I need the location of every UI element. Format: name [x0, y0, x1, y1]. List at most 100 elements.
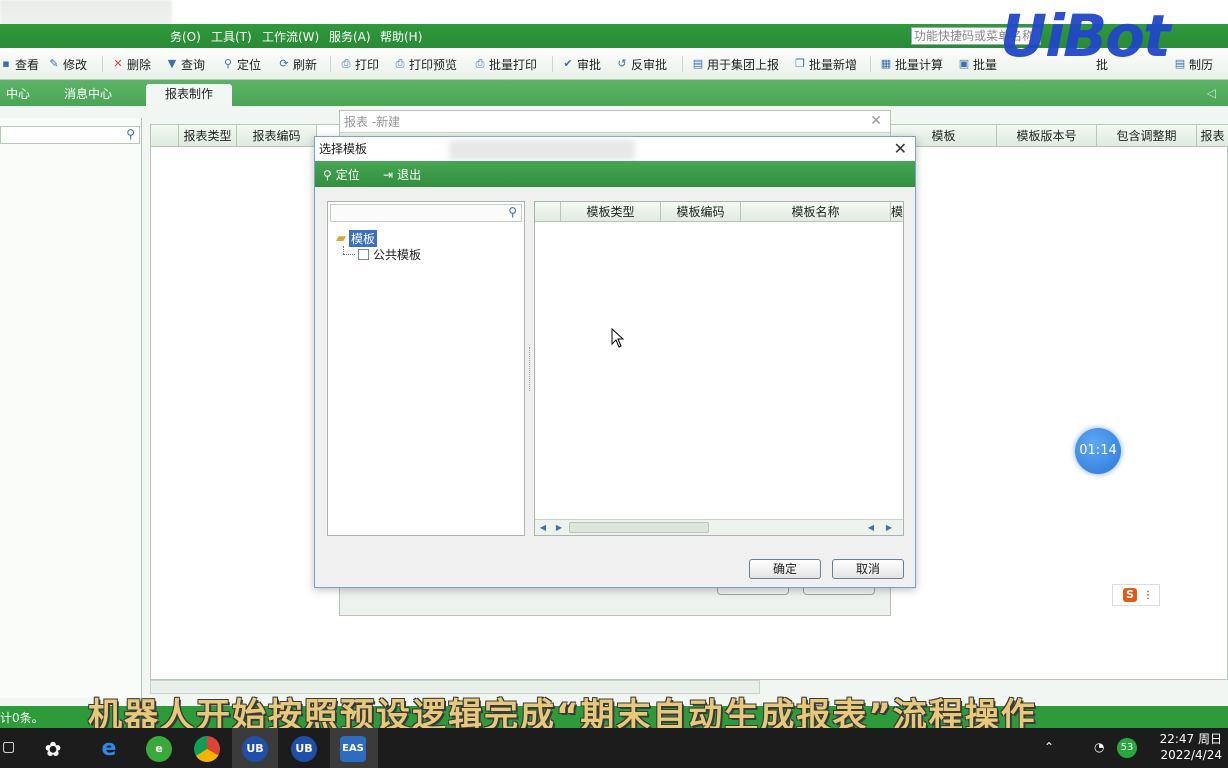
col-template-name[interactable]: 模板名称	[741, 202, 891, 222]
col-report-more[interactable]: 报表	[1197, 125, 1228, 147]
tab-message-center[interactable]: 消息中心	[58, 84, 118, 106]
batch-calc-button[interactable]: ▦ 批量计算	[880, 56, 943, 72]
edit-button[interactable]: ✎ 修改	[48, 56, 87, 72]
col-template-type[interactable]: 模板类型	[561, 202, 661, 222]
scroll-right-icon[interactable]: ▶	[883, 522, 895, 534]
query-label: 查询	[181, 57, 206, 72]
approve-button[interactable]: ✔ 审批	[562, 56, 601, 72]
eas-app-icon[interactable]: EAS	[340, 736, 366, 762]
col-template-version[interactable]: 模板版本号	[997, 125, 1097, 147]
tree-search-input[interactable]: ⚲	[330, 204, 522, 222]
tree-root-label: 模板	[349, 230, 378, 247]
chevron-up-icon[interactable]: ⌃	[1044, 740, 1054, 754]
delete-button[interactable]: ✕ 删除	[112, 56, 151, 72]
col-report-code[interactable]: 报表编码	[237, 125, 317, 147]
uibot-worker-icon[interactable]: UB	[291, 736, 317, 762]
row-header-corner	[535, 202, 561, 222]
refresh-button[interactable]: ⟳ 刷新	[278, 56, 317, 72]
status-record-count: 计0条。	[0, 711, 44, 725]
scroll-left-icon[interactable]: ◀	[537, 522, 549, 534]
menu-help[interactable]: 帮助(H)	[380, 28, 422, 45]
tab-scroll-left-icon[interactable]: ◁	[1207, 86, 1216, 100]
batch-add-button[interactable]: ❐ 批量新增	[794, 56, 857, 72]
group-report-button[interactable]: ▤ 用于集团上报	[692, 56, 779, 72]
dialog-exit-button[interactable]: ⇥ 退出	[383, 166, 421, 183]
menu-tools[interactable]: 工具(T)	[211, 28, 252, 45]
batch-more-label: 批量	[973, 57, 998, 72]
batch-calc-label: 批量计算	[895, 57, 944, 72]
print-label: 打印	[355, 57, 380, 72]
report-book-icon: ▤	[692, 57, 704, 70]
left-search-input[interactable]: ⚲	[0, 126, 140, 144]
col-template-code[interactable]: 模板编码	[661, 202, 741, 222]
unapprove-button[interactable]: ↺ 反审批	[616, 56, 667, 72]
new-report-dialog-title: 报表 -新建	[340, 111, 890, 133]
tree-root-node[interactable]: ▰ 模板	[336, 230, 378, 247]
select-template-dialog: 选择模板 ✕ ⚲ 定位 ⇥ 退出 ⚲ ▰ 模板 公共模板 模板类型 模板编码 模板名…	[314, 136, 916, 588]
chrome-icon[interactable]	[194, 736, 220, 762]
internet-explorer-icon[interactable]: e	[96, 736, 122, 762]
close-icon[interactable]: ✕	[894, 137, 907, 161]
menu-workflow[interactable]: 工作流(W)	[262, 28, 319, 45]
close-icon[interactable]: ✕	[870, 113, 882, 129]
locate-button[interactable]: ⚲ 定位	[222, 56, 261, 72]
scroll-right-icon[interactable]: ▶	[553, 522, 565, 534]
locate-icon: ⚲	[223, 57, 233, 70]
search-icon[interactable]: ⚲	[508, 205, 517, 219]
view-icon: ▪	[2, 57, 10, 70]
batch-print-button[interactable]: ⎙ 批量打印	[474, 56, 537, 72]
tab-report-making[interactable]: 报表制作	[146, 84, 232, 106]
clock-date: 2022/4/24	[1160, 748, 1222, 762]
left-tree-panel: ⚲	[0, 118, 142, 698]
batch-more-button[interactable]: ▣ 批量	[958, 56, 997, 72]
template-grid-scrollbar[interactable]: ◀ ▶ ◀ ▶	[535, 519, 903, 535]
scroll-left-icon[interactable]: ◀	[865, 522, 877, 534]
dialog-title-bar: 选择模板 ✕	[315, 137, 915, 161]
print-preview-button[interactable]: ⎙ 打印预览	[394, 56, 457, 72]
query-button[interactable]: ▼ 查询	[166, 56, 205, 72]
view-label: 查看	[15, 57, 40, 72]
wifi-icon[interactable]: ◔	[1094, 740, 1104, 754]
tree-node-public-template[interactable]: 公共模板	[358, 246, 421, 263]
approve-label: 审批	[577, 57, 602, 72]
menu-service[interactable]: 服务(A)	[329, 28, 371, 45]
input-method-indicator[interactable]: S ⋮	[1112, 584, 1160, 606]
cancel-button[interactable]: 取消	[832, 559, 904, 579]
history-label: 制历	[1189, 57, 1214, 72]
clock-time: 22:47 周日	[1159, 732, 1222, 746]
mouse-cursor-icon	[611, 328, 625, 348]
history-button[interactable]: ▤ 制历	[1174, 56, 1213, 72]
toolbar-divider	[330, 56, 331, 72]
browser-360-icon[interactable]: e	[146, 736, 172, 762]
uibot-creator-icon[interactable]: UB	[242, 736, 268, 762]
print-preview-label: 打印预览	[409, 57, 458, 72]
pinwheel-app-icon[interactable]: ✿	[40, 736, 66, 762]
col-report-type[interactable]: 报表类型	[179, 125, 237, 147]
delete-label: 删除	[127, 57, 152, 72]
security-badge[interactable]: 53	[1117, 738, 1137, 758]
panel-splitter[interactable]	[529, 347, 531, 391]
ok-button[interactable]: 确定	[749, 559, 821, 579]
pencil-icon: ✎	[49, 57, 59, 70]
dialog-toolbar: ⚲ 定位 ⇥ 退出	[315, 161, 915, 187]
menu-business[interactable]: 务(O)	[170, 28, 201, 45]
dialog-locate-button[interactable]: ⚲ 定位	[323, 166, 360, 183]
search-icon[interactable]: ⚲	[126, 127, 135, 141]
col-include-adjust[interactable]: 包含调整期	[1097, 125, 1197, 147]
task-view-icon[interactable]: ▢	[2, 739, 15, 755]
batch-print-label: 批量打印	[489, 57, 538, 72]
toolbar-divider	[102, 56, 103, 72]
ime-menu-icon: ⋮	[1143, 589, 1153, 601]
system-clock[interactable]: 22:47 周日 2022/4/24	[1160, 731, 1222, 763]
print-button[interactable]: ⎙ 打印	[340, 56, 379, 72]
view-button[interactable]: ▪ 查看	[0, 56, 39, 72]
locate-label: 定位	[237, 57, 262, 72]
recording-timer[interactable]: 01:14	[1075, 428, 1121, 474]
public-template-checkbox[interactable]	[358, 249, 369, 260]
scroll-thumb[interactable]	[569, 522, 709, 533]
tree-connector	[343, 246, 344, 254]
template-tree-panel: ⚲ ▰ 模板 公共模板	[327, 201, 525, 536]
tab-center[interactable]: 中心	[0, 84, 36, 106]
tree-connector	[343, 254, 355, 255]
col-template-more[interactable]: 模	[891, 202, 903, 222]
